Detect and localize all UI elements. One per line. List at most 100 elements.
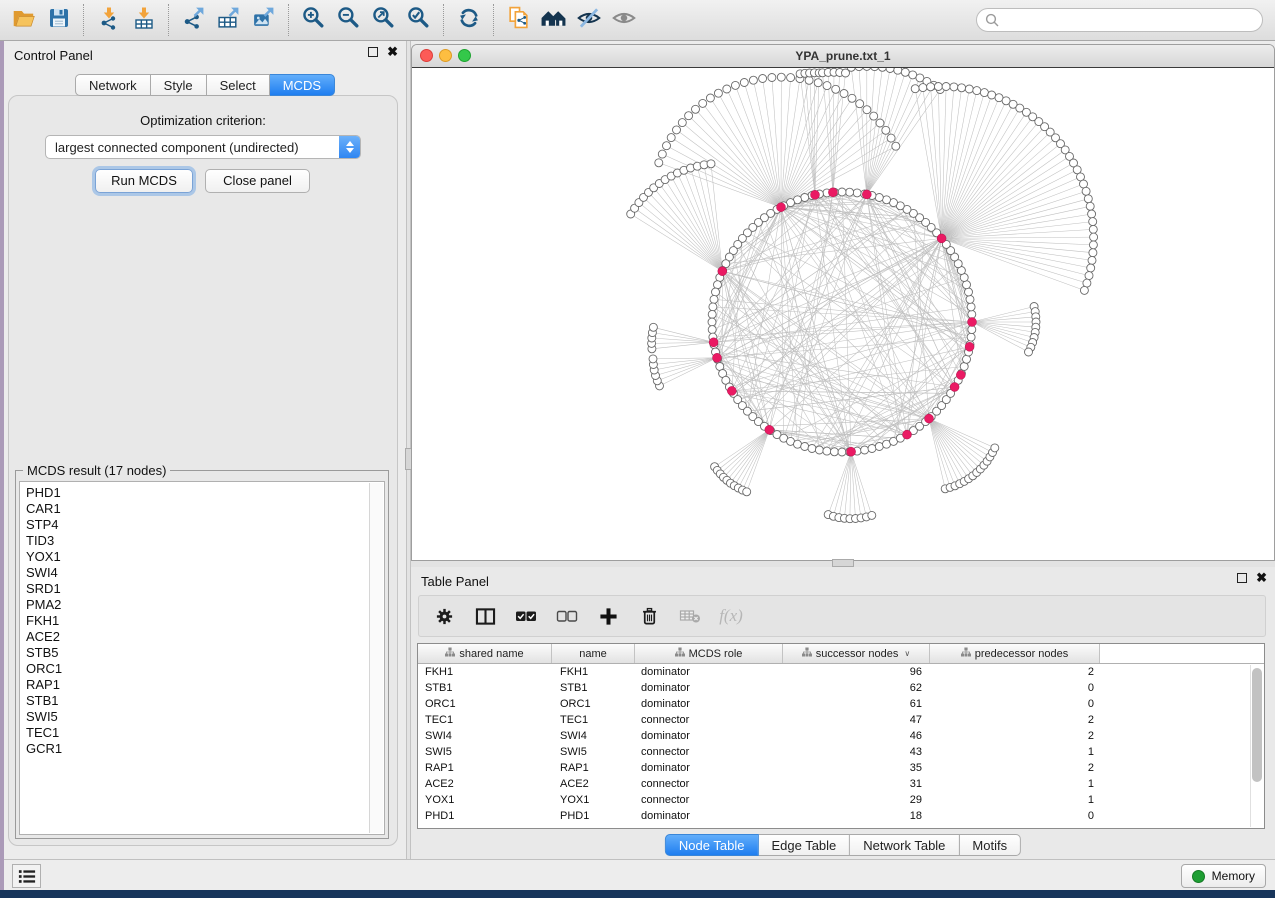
zoom-fit-button[interactable] — [366, 3, 401, 37]
save-session-button[interactable] — [41, 3, 76, 37]
add-button[interactable] — [597, 605, 619, 627]
zoom-in-button[interactable] — [296, 3, 331, 37]
export-image-button[interactable] — [246, 3, 281, 37]
table-tab-motifs[interactable]: Motifs — [959, 834, 1021, 856]
table-row[interactable]: ORC1ORC1dominator610 — [418, 696, 1264, 712]
mcds-result-item[interactable]: STP4 — [26, 517, 384, 533]
memory-button[interactable]: Memory — [1181, 864, 1266, 888]
optimization-criterion-select[interactable]: largest connected component (undirected) — [45, 135, 361, 159]
window-minimize-icon[interactable] — [439, 49, 452, 62]
mcds-result-item[interactable]: TID3 — [26, 533, 384, 549]
mcds-result-item[interactable]: PHD1 — [26, 485, 384, 501]
mcds-result-item[interactable]: SWI5 — [26, 709, 384, 725]
cell-predecessor-nodes: 2 — [930, 714, 1100, 726]
table-row[interactable]: YOX1YOX1connector291 — [418, 792, 1264, 808]
cell-predecessor-nodes: 2 — [930, 666, 1100, 678]
mcds-result-item[interactable]: FKH1 — [26, 613, 384, 629]
mcds-result-item[interactable]: TEC1 — [26, 725, 384, 741]
float-panel-icon[interactable] — [368, 47, 378, 57]
mcds-result-list[interactable]: PHD1CAR1STP4TID3YOX1SWI4SRD1PMA2FKH1ACE2… — [19, 481, 385, 835]
column-split-icon — [475, 607, 496, 626]
window-zoom-icon[interactable] — [458, 49, 471, 62]
mcds-result-item[interactable]: ORC1 — [26, 661, 384, 677]
cell-name: SWI4 — [552, 730, 635, 742]
first-neighbors-button[interactable] — [536, 3, 571, 37]
cell-MCDS-role: dominator — [635, 682, 783, 694]
table-scrollbar[interactable] — [1250, 665, 1263, 827]
cell-predecessor-nodes: 1 — [930, 746, 1100, 758]
mcds-result-item[interactable]: STB1 — [26, 693, 384, 709]
mcds-result-item[interactable]: SWI4 — [26, 565, 384, 581]
cell-successor-nodes: 61 — [783, 698, 930, 710]
float-table-panel-icon[interactable] — [1237, 573, 1247, 583]
table-row[interactable]: ACE2ACE2connector311 — [418, 776, 1264, 792]
window-close-icon[interactable] — [420, 49, 433, 62]
table-tab-edge-table[interactable]: Edge Table — [758, 834, 850, 856]
cell-name: STB1 — [552, 682, 635, 694]
close-panel-icon[interactable]: ✖ — [387, 47, 398, 57]
task-history-button[interactable] — [12, 864, 41, 888]
column-split-button[interactable] — [474, 605, 496, 627]
cell-successor-nodes: 46 — [783, 730, 930, 742]
table-tab-network-table[interactable]: Network Table — [850, 834, 959, 856]
settings-button[interactable] — [433, 605, 455, 627]
table-row[interactable]: STB1STB1dominator620 — [418, 680, 1264, 696]
mcds-result-item[interactable]: ACE2 — [26, 629, 384, 645]
delete-button[interactable] — [638, 605, 660, 627]
import-network-icon — [97, 6, 121, 35]
table-row[interactable]: TEC1TEC1connector472 — [418, 712, 1264, 728]
mcds-result-item[interactable]: STB5 — [26, 645, 384, 661]
refresh-button[interactable] — [451, 3, 486, 37]
table-row[interactable]: SWI5SWI5connector431 — [418, 744, 1264, 760]
table-scrollbar-thumb[interactable] — [1252, 668, 1262, 782]
mcds-result-item[interactable]: GCR1 — [26, 741, 384, 757]
memory-label: Memory — [1212, 869, 1255, 883]
mcds-result-item[interactable]: CAR1 — [26, 501, 384, 517]
select-all-button[interactable] — [515, 605, 537, 627]
mcds-result-item[interactable]: YOX1 — [26, 549, 384, 565]
show-graphics-details-button[interactable] — [606, 3, 641, 37]
zoom-selected-button[interactable] — [401, 3, 436, 37]
tab-select[interactable]: Select — [207, 74, 270, 96]
search-box[interactable] — [976, 8, 1263, 32]
import-table-button[interactable] — [126, 3, 161, 37]
table-tab-node-table[interactable]: Node Table — [665, 834, 759, 856]
column-header-successor-nodes[interactable]: successor nodes∨ — [783, 644, 930, 663]
cell-successor-nodes: 43 — [783, 746, 930, 758]
zoom-out-button[interactable] — [331, 3, 366, 37]
deselect-all-button[interactable] — [556, 605, 578, 627]
hide-graphics-details-button[interactable] — [571, 3, 606, 37]
sort-descending-icon: ∨ — [904, 649, 910, 658]
network-window-titlebar[interactable]: YPA_prune.txt_1 — [412, 45, 1274, 67]
mcds-list-scrollbar[interactable] — [369, 483, 383, 833]
export-table-button[interactable] — [211, 3, 246, 37]
tab-style[interactable]: Style — [151, 74, 207, 96]
table-row[interactable]: RAP1RAP1dominator352 — [418, 760, 1264, 776]
close-panel-button[interactable]: Close panel — [205, 169, 310, 193]
table-row[interactable]: FKH1FKH1dominator962 — [418, 664, 1264, 680]
export-network-button[interactable] — [176, 3, 211, 37]
mcds-result-item[interactable]: SRD1 — [26, 581, 384, 597]
node-table[interactable]: shared namenameMCDS rolesuccessor nodes∨… — [417, 643, 1265, 829]
close-table-panel-icon[interactable]: ✖ — [1256, 573, 1267, 583]
mcds-result-item[interactable]: PMA2 — [26, 597, 384, 613]
tab-network[interactable]: Network — [75, 74, 151, 96]
open-file-button[interactable] — [6, 3, 41, 37]
copy-network-view-button[interactable] — [501, 3, 536, 37]
table-row[interactable]: PHD1PHD1dominator180 — [418, 808, 1264, 824]
column-header-shared-name[interactable]: shared name — [418, 644, 552, 663]
run-mcds-button[interactable]: Run MCDS — [95, 169, 193, 193]
status-bar: Memory — [4, 859, 1275, 890]
table-row[interactable]: SWI4SWI4dominator462 — [418, 728, 1264, 744]
column-header-name[interactable]: name — [552, 644, 635, 663]
column-header-MCDS-role[interactable]: MCDS role — [635, 644, 783, 663]
mcds-result-item[interactable]: RAP1 — [26, 677, 384, 693]
cell-shared-name: SWI4 — [418, 730, 552, 742]
import-network-button[interactable] — [91, 3, 126, 37]
tab-mcds[interactable]: MCDS — [270, 74, 335, 96]
column-header-predecessor-nodes[interactable]: predecessor nodes — [930, 644, 1100, 663]
network-canvas[interactable] — [412, 67, 1275, 561]
cell-MCDS-role: connector — [635, 794, 783, 806]
search-input[interactable] — [1005, 13, 1254, 27]
delete-table-icon — [679, 608, 701, 624]
